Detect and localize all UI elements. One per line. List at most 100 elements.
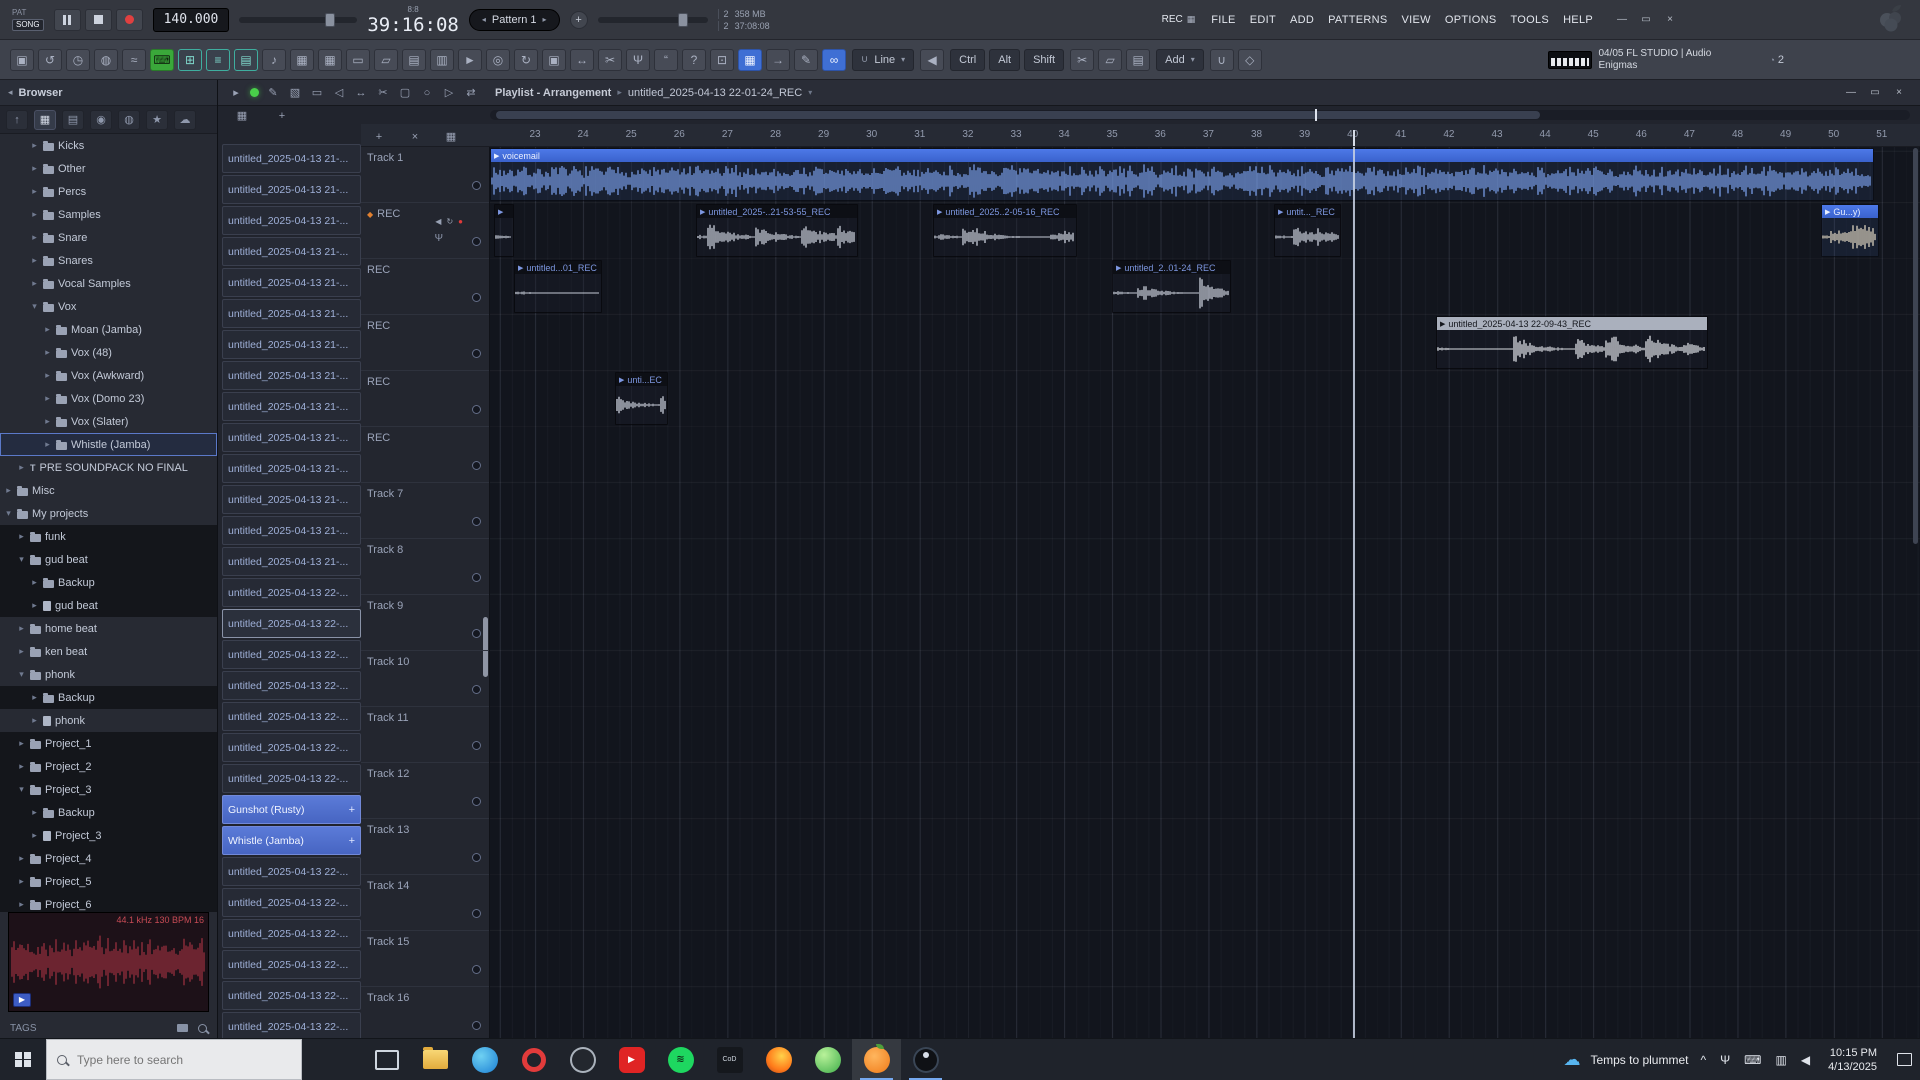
tree-item[interactable]: ▸ Whistle (Jamba) xyxy=(0,433,217,456)
monitor-icon[interactable]: ◀ xyxy=(435,217,441,226)
draw-tool-icon[interactable]: ✎ xyxy=(263,84,283,102)
tree-item[interactable]: ▸ Snares xyxy=(0,249,217,272)
volume-icon[interactable]: ◀ xyxy=(1799,1053,1812,1067)
record-button[interactable] xyxy=(115,8,143,31)
picker-item[interactable]: untitled_2025-04-13 22-... xyxy=(222,919,361,948)
clear-icon[interactable]: × xyxy=(405,128,425,146)
add-pattern-button[interactable]: + xyxy=(569,10,588,29)
picker-item[interactable]: Whistle (Jamba) + xyxy=(222,826,361,855)
tree-item[interactable]: ▸ Project_1 xyxy=(0,732,217,755)
track-header[interactable]: Track 13 xyxy=(361,819,489,875)
pattern-selector[interactable]: ◂ Pattern 1 ▸ xyxy=(468,8,560,31)
playlist-minimize-button[interactable]: — xyxy=(1844,87,1858,98)
zoom-tool-icon[interactable]: ○ xyxy=(417,84,437,102)
undo-icon[interactable]: ↺ xyxy=(38,48,62,71)
mini-keyboard-display[interactable] xyxy=(1548,50,1593,69)
picker-item[interactable]: untitled_2025-04-13 22-... xyxy=(222,609,361,638)
nav-arrows-icon[interactable]: ⇄ xyxy=(461,84,481,102)
menu-tools[interactable]: TOOLS xyxy=(1504,14,1555,26)
center-playhead-icon[interactable]: ◎ xyxy=(486,48,510,71)
browser-up-icon[interactable]: ↑ xyxy=(6,109,28,130)
files-tab-icon[interactable]: ▤ xyxy=(62,109,84,130)
copy-icon[interactable]: ▱ xyxy=(1098,48,1123,71)
tree-item[interactable]: ▾ gud beat xyxy=(0,548,217,571)
tree-item[interactable]: ▸ ken beat xyxy=(0,640,217,663)
picker-move-icon[interactable]: + xyxy=(272,107,292,125)
refresh-icon[interactable]: ↻ xyxy=(514,48,538,71)
chevron-down-icon[interactable]: ▾ xyxy=(808,88,812,97)
pencil-tool-icon[interactable]: ✎ xyxy=(794,48,818,71)
note-draw-icon[interactable]: ♪ xyxy=(262,48,286,71)
recent-files-icon[interactable]: ◷ xyxy=(66,48,90,71)
track-header[interactable]: Track 7 xyxy=(361,483,489,539)
menu-file[interactable]: FILE xyxy=(1205,14,1241,26)
action-center-icon[interactable] xyxy=(1897,1053,1912,1066)
weather-label[interactable]: Temps to plummet xyxy=(1590,1053,1688,1067)
clone-icon[interactable]: ▱ xyxy=(374,48,398,71)
vertical-scrollbar-thumb[interactable] xyxy=(1913,148,1918,544)
tree-item[interactable]: ▸ Vox (Domo 23) xyxy=(0,387,217,410)
paint-tool-icon[interactable]: ▧ xyxy=(285,84,305,102)
grid-options-icon[interactable]: ▦ xyxy=(441,128,461,146)
audio-options-icon[interactable]: ≈ xyxy=(122,48,146,71)
weather-icon[interactable]: ☁ xyxy=(1563,1050,1580,1070)
plugin-window-icon[interactable]: ⊡ xyxy=(710,48,734,71)
favorites-tab-icon[interactable]: ★ xyxy=(146,109,168,130)
game-icon[interactable] xyxy=(803,1039,852,1080)
tree-item[interactable]: ▸ Samples xyxy=(0,203,217,226)
audio-clip[interactable]: ▶ untit..._REC xyxy=(1274,204,1341,257)
playlist-window-icon[interactable]: ▦ xyxy=(738,48,762,71)
obs-icon[interactable] xyxy=(558,1039,607,1080)
help-icon[interactable]: ? xyxy=(682,48,706,71)
mute-led[interactable] xyxy=(472,909,481,918)
save-project-icon[interactable]: ▣ xyxy=(10,48,34,71)
picker-item[interactable]: untitled_2025-04-13 21-... xyxy=(222,330,361,359)
track-header[interactable]: REC xyxy=(361,315,489,371)
mute-led[interactable] xyxy=(472,685,481,694)
search-input[interactable] xyxy=(75,1051,275,1068)
tree-item[interactable]: ▸ Vox (Awkward) xyxy=(0,364,217,387)
browser-header[interactable]: ◂ Browser xyxy=(0,80,217,106)
picker-item[interactable]: untitled_2025-04-13 22-... xyxy=(222,857,361,886)
magnet-icon[interactable]: ∪ xyxy=(1209,48,1234,71)
select-tool-icon[interactable]: ▢ xyxy=(395,84,415,102)
stop-button[interactable] xyxy=(84,8,112,31)
tags-search-icon[interactable] xyxy=(198,1023,207,1033)
picker-item[interactable]: untitled_2025-04-13 22-... xyxy=(222,702,361,731)
plugins-tab-icon[interactable]: ▦ xyxy=(34,109,56,130)
menu-options[interactable]: OPTIONS xyxy=(1439,14,1503,26)
scrollbar-thumb[interactable] xyxy=(496,111,1540,119)
record-arm-icon[interactable]: ◆ xyxy=(367,210,373,219)
mute-led[interactable] xyxy=(472,629,481,638)
picker-item[interactable]: untitled_2025-04-13 22-... xyxy=(222,1012,361,1038)
audio-clip[interactable]: ▶ untitled_2025..2-05-16_REC xyxy=(933,204,1077,257)
mute-tool-icon[interactable]: ◁ xyxy=(329,84,349,102)
preview-play-button[interactable]: ▶ xyxy=(13,993,31,1007)
slice-tool-icon[interactable]: ✂ xyxy=(373,84,393,102)
link-controller-icon[interactable]: ∞ xyxy=(822,48,846,71)
sample-preview-panel[interactable]: 44.1 kHz 130 BPM 16 ▶ xyxy=(8,912,209,1012)
picker-item[interactable]: untitled_2025-04-13 22-... xyxy=(222,981,361,1010)
spotify-icon[interactable]: ≋ xyxy=(656,1039,705,1080)
timeline-ruler[interactable]: +×▦ 232425262728293031323334353637383940… xyxy=(361,124,1920,147)
add-dropdown[interactable]: Add ▾ xyxy=(1156,48,1204,71)
midi-options-icon[interactable]: ◍ xyxy=(94,48,118,71)
playlist-titlebar[interactable]: ▸ ✎ ▧ ▭ ◁ ↔ ✂ ▢ ○ ▷ ⇄ Playlist - Arrangement ▸ unt… xyxy=(218,80,1920,106)
clipboard-icon[interactable]: ▤ xyxy=(402,48,426,71)
cloud-tab-icon[interactable]: ☁ xyxy=(174,109,196,130)
paste-icon[interactable]: ▤ xyxy=(1126,48,1151,71)
tree-item[interactable]: ▸ Misc xyxy=(0,479,217,502)
arrangement-name[interactable]: untitled_2025-04-13 22-01-24_REC xyxy=(628,87,802,99)
pat-song-toggle[interactable]: PAT SONG xyxy=(12,8,44,31)
speaker-icon[interactable]: ◀ xyxy=(920,48,945,71)
picker-item[interactable]: untitled_2025-04-13 22-... xyxy=(222,950,361,979)
tree-item[interactable]: ▸ Vocal Samples xyxy=(0,272,217,295)
mute-led[interactable] xyxy=(472,349,481,358)
tree-item[interactable]: ▸ Project_3 xyxy=(0,824,217,847)
song-mode-icon[interactable]: ≡ xyxy=(206,48,230,71)
maximize-button[interactable]: ▭ xyxy=(1639,14,1653,25)
audio-clip[interactable]: ▶ untitled_2025-..21-53-55_REC xyxy=(696,204,858,257)
pattern-prev-icon[interactable]: ◂ xyxy=(482,15,486,24)
audio-clip[interactable]: ▶ untitled_2..01-24_REC xyxy=(1112,260,1231,313)
mixer-window-icon[interactable]: ▥ xyxy=(430,48,454,71)
